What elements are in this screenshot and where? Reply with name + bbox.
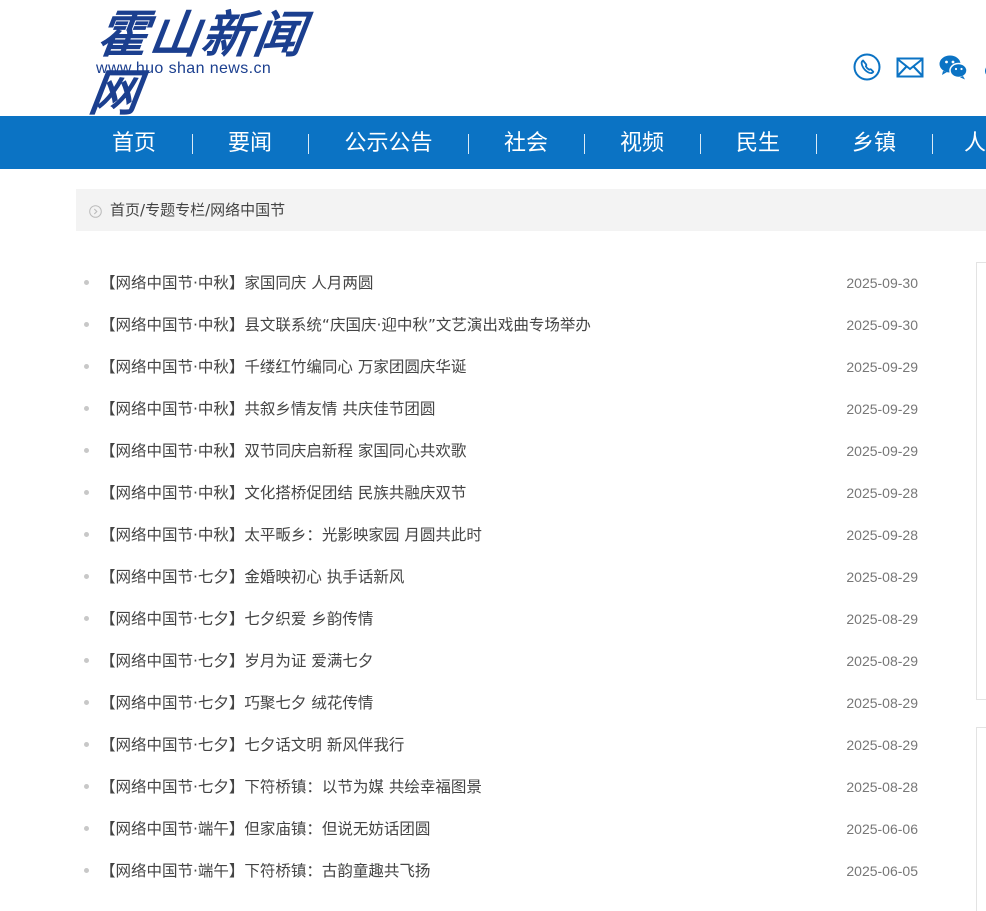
wechat-icon[interactable]	[938, 52, 968, 82]
article-date: 2025-08-29	[846, 611, 918, 627]
nav-item-home[interactable]: 首页	[84, 116, 184, 169]
nav-divider	[932, 134, 933, 154]
nav-divider	[308, 134, 309, 154]
nav-divider	[468, 134, 469, 154]
bullet-dot	[84, 574, 89, 579]
breadcrumb-section-link[interactable]: 专题专栏	[145, 201, 205, 219]
list-item: 【网络中国节·七夕】下符桥镇：以节为媒 共绘幸福图景 2025-08-28	[80, 766, 925, 808]
article-title-link[interactable]: 【网络中国节·中秋】双节同庆启新程 家国同心共欢歌	[100, 430, 466, 472]
list-item: 【网络中国节·七夕】七夕话文明 新风伴我行 2025-08-29	[80, 724, 925, 766]
article-date: 2025-08-29	[846, 653, 918, 669]
nav-item-society[interactable]: 社会	[476, 116, 576, 169]
article-title-link[interactable]: 【网络中国节·七夕】下符桥镇：以节为媒 共绘幸福图景	[100, 766, 482, 808]
article-title-link[interactable]: 【网络中国节·端午】下符桥镇：古韵童趣共飞扬	[100, 850, 430, 892]
chevron-right-icon	[89, 203, 102, 218]
site-logo[interactable]: 霍山新闻网 www.huo shan news.cn	[86, 5, 312, 122]
bullet-dot	[84, 448, 89, 453]
article-date: 2025-06-06	[846, 821, 918, 837]
nav-divider	[816, 134, 817, 154]
list-item: 【网络中国节·中秋】双节同庆启新程 家国同心共欢歌 2025-09-29	[80, 430, 925, 472]
sidebar-panel	[976, 262, 986, 700]
breadcrumb: 首页/专题专栏/网络中国节	[76, 189, 986, 231]
list-item: 【网络中国节·七夕】金婚映初心 执手话新风 2025-08-29	[80, 556, 925, 598]
list-item: 【网络中国节·中秋】县文联系统“庆国庆·迎中秋”文艺演出戏曲专场举办 2025-…	[80, 304, 925, 346]
article-title-link[interactable]: 【网络中国节·七夕】巧聚七夕 绒花传情	[100, 682, 373, 724]
article-date: 2025-09-28	[846, 485, 918, 501]
phone-icon[interactable]	[852, 52, 882, 82]
logo-url: www.huo shan news.cn	[96, 60, 272, 77]
breadcrumb-path: 首页/专题专栏/网络中国节	[110, 189, 285, 231]
article-date: 2025-09-29	[846, 401, 918, 417]
nav-divider	[192, 134, 193, 154]
list-item: 【网络中国节·中秋】文化搭桥促团结 民族共融庆双节 2025-09-28	[80, 472, 925, 514]
list-item: 【网络中国节·端午】但家庙镇：但说无妨话团圆 2025-06-06	[80, 808, 925, 850]
nav-divider	[700, 134, 701, 154]
list-item: 【网络中国节·中秋】共叙乡情友情 共庆佳节团圆 2025-09-29	[80, 388, 925, 430]
article-date: 2025-08-28	[846, 779, 918, 795]
sidebar-panel	[976, 727, 986, 911]
article-title-link[interactable]: 【网络中国节·七夕】七夕话文明 新风伴我行	[100, 724, 404, 766]
article-date: 2025-09-29	[846, 359, 918, 375]
bullet-dot	[84, 826, 89, 831]
article-title-link[interactable]: 【网络中国节·七夕】金婚映初心 执手话新风	[100, 556, 404, 598]
list-item: 【网络中国节·中秋】太平畈乡：光影映家园 月圆共此时 2025-09-28	[80, 514, 925, 556]
nav-divider	[584, 134, 585, 154]
bullet-dot	[84, 532, 89, 537]
site-header: 霍山新闻网 www.huo shan news.cn	[0, 0, 986, 122]
bullet-dot	[84, 658, 89, 663]
main-nav: 首页 要闻 公示公告 社会 视频 民生 乡镇 人	[0, 116, 986, 169]
bullet-dot	[84, 616, 89, 621]
breadcrumb-home-link[interactable]: 首页	[110, 201, 140, 219]
article-title-link[interactable]: 【网络中国节·中秋】家国同庆 人月两圆	[100, 262, 373, 304]
article-date: 2025-08-29	[846, 695, 918, 711]
article-title-link[interactable]: 【网络中国节·七夕】七夕织爱 乡韵传情	[100, 598, 373, 640]
list-item: 【网络中国节·端午】下符桥镇：古韵童趣共飞扬 2025-06-05	[80, 850, 925, 892]
list-item: 【网络中国节·七夕】七夕织爱 乡韵传情 2025-08-29	[80, 598, 925, 640]
bullet-dot	[84, 700, 89, 705]
bullet-dot	[84, 490, 89, 495]
weibo-icon[interactable]	[981, 52, 986, 82]
bullet-dot	[84, 406, 89, 411]
article-title-link[interactable]: 【网络中国节·中秋】共叙乡情友情 共庆佳节团圆	[100, 388, 435, 430]
list-item: 【网络中国节·中秋】千缕红竹编同心 万家团圆庆华诞 2025-09-29	[80, 346, 925, 388]
article-title-link[interactable]: 【网络中国节·中秋】文化搭桥促团结 民族共融庆双节	[100, 472, 466, 514]
article-date: 2025-09-30	[846, 317, 918, 333]
nav-item-more[interactable]: 人	[964, 116, 986, 169]
article-date: 2025-09-29	[846, 443, 918, 459]
nav-item-announcements[interactable]: 公示公告	[322, 116, 455, 169]
list-item: 【网络中国节·七夕】巧聚七夕 绒花传情 2025-08-29	[80, 682, 925, 724]
article-date: 2025-08-29	[846, 737, 918, 753]
nav-item-news[interactable]: 要闻	[200, 116, 300, 169]
mail-icon[interactable]	[895, 52, 925, 82]
bullet-dot	[84, 784, 89, 789]
list-item: 【网络中国节·七夕】岁月为证 爱满七夕 2025-08-29	[80, 640, 925, 682]
article-title-link[interactable]: 【网络中国节·中秋】太平畈乡：光影映家园 月圆共此时	[100, 514, 482, 556]
article-date: 2025-09-30	[846, 275, 918, 291]
article-title-link[interactable]: 【网络中国节·七夕】岁月为证 爱满七夕	[100, 640, 373, 682]
article-title-link[interactable]: 【网络中国节·中秋】千缕红竹编同心 万家团圆庆华诞	[100, 346, 466, 388]
article-title-link[interactable]: 【网络中国节·端午】但家庙镇：但说无妨话团圆	[100, 808, 430, 850]
list-item: 【网络中国节·中秋】家国同庆 人月两圆 2025-09-30	[80, 262, 925, 304]
bullet-dot	[84, 742, 89, 747]
bullet-dot	[84, 322, 89, 327]
nav-item-video[interactable]: 视频	[592, 116, 692, 169]
article-date: 2025-08-29	[846, 569, 918, 585]
bullet-dot	[84, 868, 89, 873]
article-date: 2025-06-05	[846, 863, 918, 879]
article-title-link[interactable]: 【网络中国节·中秋】县文联系统“庆国庆·迎中秋”文艺演出戏曲专场举办	[100, 304, 591, 346]
nav-item-livelihood[interactable]: 民生	[708, 116, 808, 169]
nav-item-towns[interactable]: 乡镇	[824, 116, 924, 169]
article-date: 2025-09-28	[846, 527, 918, 543]
breadcrumb-current-link[interactable]: 网络中国节	[210, 201, 285, 219]
bullet-dot	[84, 280, 89, 285]
bullet-dot	[84, 364, 89, 369]
